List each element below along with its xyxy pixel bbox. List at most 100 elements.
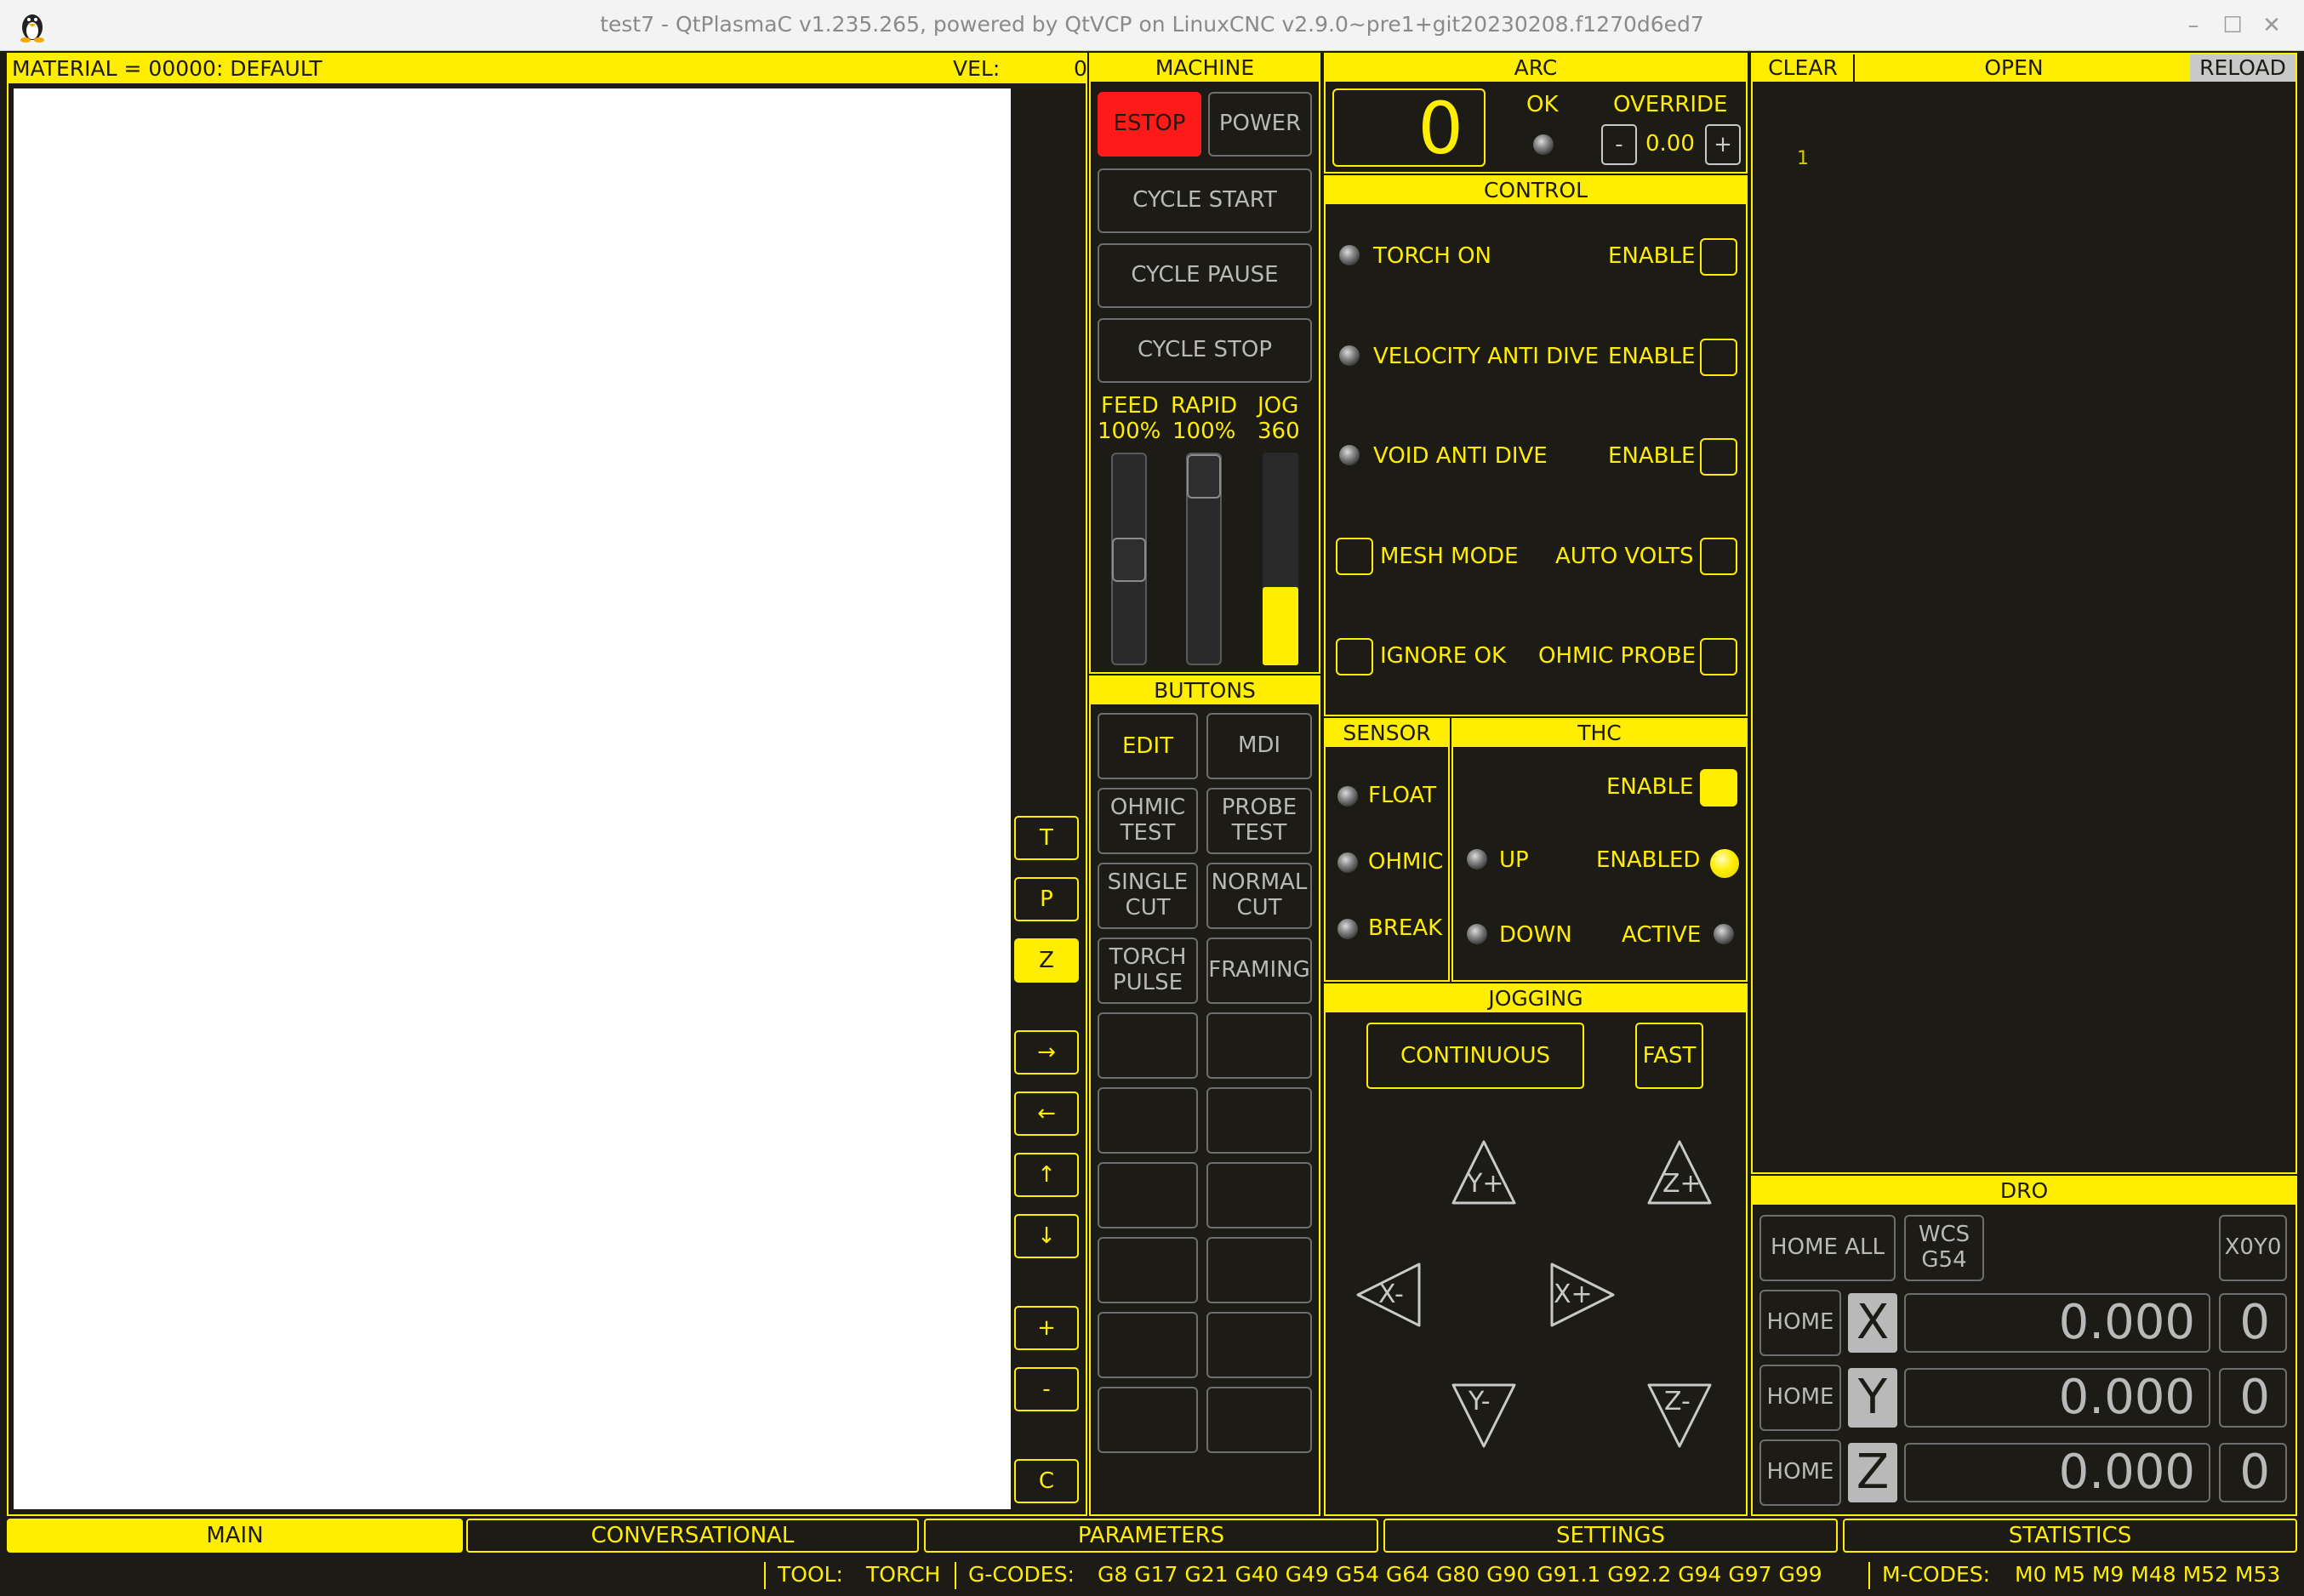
override-minus-button[interactable]: - [1601,124,1637,165]
gcode-panel: CLEAR OPEN RELOAD 1 [1751,53,2297,1174]
void-enable-checkbox[interactable] [1700,438,1737,476]
gcode-preview-canvas[interactable] [14,88,1011,1509]
cycle-stop-button[interactable]: CYCLE STOP [1098,318,1312,383]
rapid-slider-handle[interactable] [1187,454,1221,499]
tab-settings[interactable]: SETTINGS [1383,1519,1838,1553]
torch-pulse-button[interactable]: TORCH PULSE [1098,938,1198,1004]
jog-x-minus-button[interactable]: X- [1354,1261,1421,1327]
x0y0-button[interactable]: X0Y0 [2219,1215,2287,1281]
framing-button[interactable]: FRAMING [1206,938,1312,1004]
x-home-state[interactable]: 0 [2219,1293,2287,1353]
jog-y-plus-button[interactable]: Y+ [1450,1138,1516,1205]
single-cut-button[interactable]: SINGLE CUT [1098,863,1198,929]
ohmic-test-button[interactable]: OHMIC TEST [1098,788,1198,854]
thc-down-led [1467,924,1487,944]
gcode-toolbar: CLEAR OPEN RELOAD [1753,54,2295,82]
view-perspective-button[interactable]: P [1014,877,1079,921]
override-label: OVERRIDE [1613,92,1728,117]
cycle-start-button[interactable]: CYCLE START [1098,168,1312,233]
feed-slider[interactable] [1111,453,1147,665]
home-x-button[interactable]: HOME [1759,1290,1841,1356]
ohmic-probe-checkbox[interactable] [1700,638,1737,675]
status-separator [955,1562,956,1589]
pan-left-button[interactable]: ← [1014,1092,1079,1136]
zoom-out-button[interactable]: - [1014,1367,1079,1411]
user-button-12[interactable] [1206,1387,1312,1453]
zoom-in-button[interactable]: + [1014,1306,1079,1350]
close-icon[interactable]: ✕ [2256,10,2287,41]
jog-fast-button[interactable]: FAST [1635,1023,1703,1089]
user-button-10[interactable] [1206,1312,1312,1378]
thc-enable-checkbox[interactable] [1700,769,1737,807]
status-separator [1868,1562,1870,1589]
thc-up-led [1467,849,1487,869]
z-home-state[interactable]: 0 [2219,1443,2287,1502]
user-button-11[interactable] [1098,1387,1198,1453]
gcode-editor[interactable]: 1 [1753,83,2295,1172]
mesh-mode-checkbox[interactable] [1336,538,1373,575]
pan-up-button[interactable]: ↑ [1014,1153,1079,1197]
jog-mode-button[interactable]: CONTINUOUS [1366,1023,1584,1089]
user-button-2[interactable] [1206,1012,1312,1079]
jog-x-plus-button[interactable]: X+ [1548,1261,1615,1327]
probe-test-button[interactable]: PROBE TEST [1206,788,1312,854]
rapid-label: RAPID [1171,393,1238,419]
void-enable-label: ENABLE [1608,443,1696,469]
clear-preview-button[interactable]: C [1014,1459,1079,1503]
tool-value: TORCH [866,1562,941,1587]
rapid-slider[interactable] [1186,453,1222,665]
user-button-8[interactable] [1206,1237,1312,1303]
reload-button[interactable]: RELOAD [2190,54,2295,82]
y-home-state[interactable]: 0 [2219,1368,2287,1428]
jog-speed-bar[interactable] [1263,453,1298,665]
thc-active-label: ACTIVE [1622,922,1702,948]
edit-button[interactable]: EDIT [1098,713,1198,779]
jog-z-minus-button[interactable]: Z- [1645,1382,1712,1448]
status-separator [764,1562,766,1589]
x-axis-value[interactable]: 0.000 [1904,1293,2210,1353]
z-axis-value[interactable]: 0.000 [1904,1443,2210,1502]
ignore-ok-checkbox[interactable] [1336,638,1373,675]
user-button-5[interactable] [1098,1162,1198,1228]
wcs-button[interactable]: WCS G54 [1904,1215,1984,1281]
home-all-button[interactable]: HOME ALL [1759,1215,1896,1281]
maximize-icon[interactable]: ☐ [2217,10,2248,41]
pan-down-button[interactable]: ↓ [1014,1214,1079,1258]
normal-cut-button[interactable]: NORMAL CUT [1206,863,1312,929]
cycle-pause-button[interactable]: CYCLE PAUSE [1098,243,1312,308]
user-button-7[interactable] [1098,1237,1198,1303]
tab-parameters[interactable]: PARAMETERS [924,1519,1378,1553]
view-z-button[interactable]: Z [1014,938,1079,983]
jog-y-minus-button[interactable]: Y- [1450,1382,1516,1448]
y-axis-label: Y [1848,1368,1897,1428]
y-axis-value[interactable]: 0.000 [1904,1368,2210,1428]
user-button-9[interactable] [1098,1312,1198,1378]
vad-led [1339,345,1360,366]
torch-enable-checkbox[interactable] [1700,238,1737,276]
tab-main[interactable]: MAIN [7,1519,463,1553]
vad-enable-checkbox[interactable] [1700,339,1737,376]
arc-ok-led [1533,134,1554,155]
override-plus-button[interactable]: + [1705,124,1741,165]
jog-z-plus-button[interactable]: Z+ [1645,1138,1712,1205]
ohmic-led [1337,852,1358,873]
home-z-button[interactable]: HOME [1759,1439,1841,1506]
auto-volts-checkbox[interactable] [1700,538,1737,575]
mdi-button[interactable]: MDI [1206,713,1312,779]
user-button-1[interactable] [1098,1012,1198,1079]
open-button[interactable]: OPEN [1858,54,2170,82]
home-y-button[interactable]: HOME [1759,1365,1841,1431]
user-button-4[interactable] [1206,1087,1312,1154]
estop-button[interactable]: ESTOP [1098,92,1201,157]
pan-right-button[interactable]: → [1014,1030,1079,1074]
tab-conversational[interactable]: CONVERSATIONAL [466,1519,919,1553]
tab-statistics[interactable]: STATISTICS [1843,1519,2297,1553]
power-button[interactable]: POWER [1208,92,1312,157]
user-button-3[interactable] [1098,1087,1198,1154]
feed-slider-handle[interactable] [1112,538,1146,582]
minimize-icon[interactable]: – [2178,10,2209,41]
clear-button[interactable]: CLEAR [1753,54,1855,82]
view-top-button[interactable]: T [1014,816,1079,860]
arc-panel: ARC 0 OK OVERRIDE - 0.00 + [1324,53,1748,174]
user-button-6[interactable] [1206,1162,1312,1228]
